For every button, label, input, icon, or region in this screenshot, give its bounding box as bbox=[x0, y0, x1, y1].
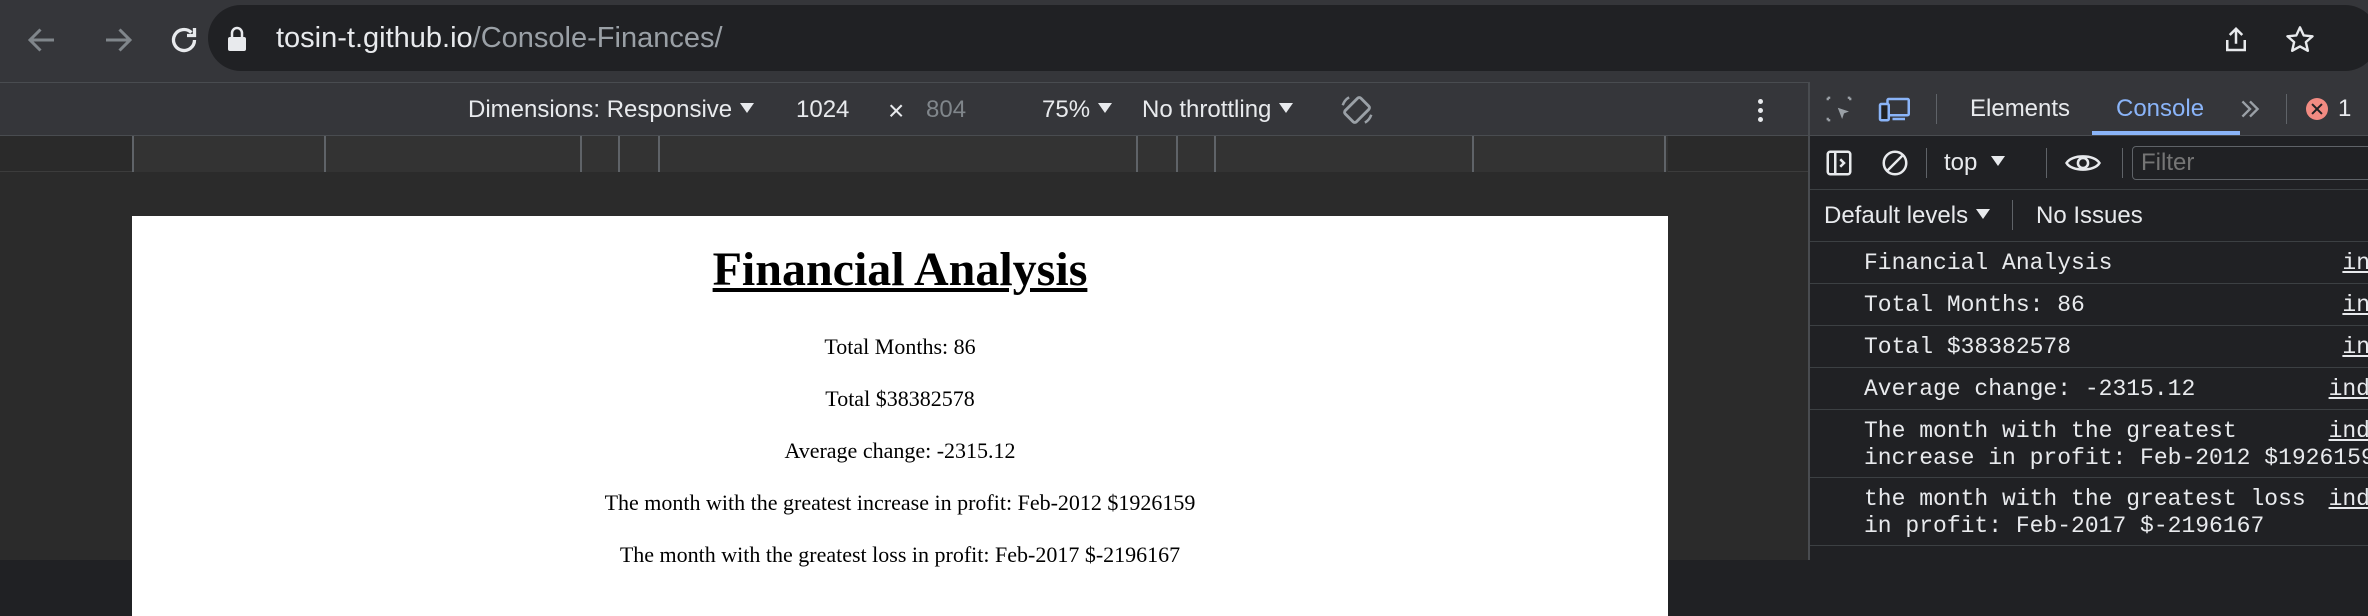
tab-elements[interactable]: Elements bbox=[1970, 95, 2070, 123]
tab-console[interactable]: Console bbox=[2116, 95, 2204, 123]
share-icon[interactable] bbox=[2216, 20, 2256, 60]
url-path: /Console-Finances/ bbox=[472, 22, 723, 54]
url-text[interactable]: tosin-t.github.io/Console-Finances/ bbox=[276, 20, 723, 56]
console-message: Financial Analysis in bbox=[1810, 242, 2368, 284]
error-icon[interactable] bbox=[2306, 98, 2328, 120]
greatest-loss-text: The month with the greatest loss in prof… bbox=[619, 542, 1181, 567]
default-levels-dropdown[interactable]: Default levels bbox=[1824, 202, 1991, 230]
reload-icon[interactable] bbox=[162, 18, 206, 62]
console-source-link[interactable]: ind bbox=[2329, 418, 2368, 445]
throttling-dropdown[interactable]: No throttling bbox=[1142, 96, 1294, 124]
devtools-panel: Elements Console 1 top Default levels No… bbox=[1808, 82, 2368, 560]
context-dropdown[interactable]: top bbox=[1944, 149, 2006, 177]
width-input[interactable]: 1024 bbox=[796, 96, 849, 124]
console-message-text: Total Months: 86 bbox=[1864, 292, 2085, 318]
issues-button[interactable]: No Issues bbox=[2036, 202, 2143, 230]
chevron-down-icon bbox=[1098, 102, 1113, 113]
chevron-down-icon bbox=[1976, 208, 1991, 219]
lock-icon[interactable] bbox=[226, 26, 248, 57]
active-tab-indicator bbox=[2092, 131, 2240, 135]
average-change-text: Average change: -2315.12 bbox=[784, 438, 1016, 463]
browser-toolbar: tosin-t.github.io/Console-Finances/ bbox=[0, 0, 2368, 82]
console-message-text: The month with the greatest increase in … bbox=[1864, 418, 2368, 471]
zoom-dropdown[interactable]: 75% bbox=[1042, 96, 1113, 124]
media-query-ruler bbox=[0, 136, 1808, 172]
console-source-link[interactable]: in bbox=[2342, 292, 2368, 319]
console-message: the month with the greatest loss in prof… bbox=[1810, 478, 2368, 546]
clear-console-icon[interactable] bbox=[1880, 148, 1910, 183]
dimensions-dropdown[interactable]: Dimensions: Responsive bbox=[468, 96, 755, 124]
levels-bar: Default levels No Issues bbox=[1810, 190, 2368, 242]
chevron-down-icon bbox=[1279, 102, 1294, 113]
console-message: The month with the greatest increase in … bbox=[1810, 410, 2368, 478]
console-message: Total $38382578 in bbox=[1810, 326, 2368, 368]
more-vert-icon[interactable] bbox=[1748, 97, 1772, 125]
eye-icon[interactable] bbox=[2064, 150, 2102, 181]
web-page: Financial Analysis Total Months: 86 Tota… bbox=[132, 216, 1668, 616]
devtools-tabbar: Elements Console 1 bbox=[1810, 82, 2368, 136]
console-message-text: the month with the greatest loss in prof… bbox=[1864, 486, 2306, 539]
levels-label: Default levels bbox=[1824, 202, 1969, 229]
device-toggle-icon[interactable] bbox=[1878, 94, 1912, 129]
console-source-link[interactable]: in bbox=[2342, 334, 2368, 361]
total-months-text: Total Months: 86 bbox=[824, 334, 976, 359]
throttling-label: No throttling bbox=[1142, 96, 1272, 123]
device-viewport: Financial Analysis Total Months: 86 Tota… bbox=[0, 172, 1808, 616]
console-source-link[interactable]: ind bbox=[2329, 486, 2368, 513]
console-message-text: Average change: -2315.12 bbox=[1864, 376, 2196, 402]
context-label: top bbox=[1944, 149, 1978, 176]
zoom-label: 75% bbox=[1042, 96, 1091, 123]
dimension-separator: × bbox=[888, 95, 905, 126]
bookmark-star-icon[interactable] bbox=[2280, 20, 2320, 60]
forward-arrow-icon[interactable] bbox=[96, 18, 140, 62]
greatest-increase-text: The month with the greatest increase in … bbox=[604, 490, 1196, 515]
error-count[interactable]: 1 bbox=[2338, 95, 2351, 123]
inspect-icon[interactable] bbox=[1824, 94, 1854, 129]
console-message-text: Financial Analysis bbox=[1864, 250, 2113, 276]
filter-input[interactable] bbox=[2132, 146, 2368, 180]
dimensions-label: Dimensions: Responsive bbox=[468, 96, 733, 123]
console-message: Average change: -2315.12 ind bbox=[1810, 368, 2368, 410]
height-input[interactable]: 804 bbox=[926, 96, 966, 124]
more-tabs-icon[interactable] bbox=[2236, 96, 2264, 127]
console-message-text: Total $38382578 bbox=[1864, 334, 2072, 360]
console-source-link[interactable]: ind bbox=[2329, 376, 2368, 403]
device-toolbar: Dimensions: Responsive 1024 × 804 75% No… bbox=[0, 82, 1808, 136]
chevron-down-icon bbox=[740, 102, 755, 113]
console-source-link[interactable]: in bbox=[2342, 250, 2368, 277]
console-toolbar: top bbox=[1810, 136, 2368, 190]
sidebar-icon[interactable] bbox=[1824, 148, 1854, 183]
console-output: Financial Analysis in Total Months: 86 i… bbox=[1810, 242, 2368, 560]
back-arrow-icon[interactable] bbox=[20, 18, 64, 62]
chevron-down-icon bbox=[1991, 155, 2006, 166]
console-message: Total Months: 86 in bbox=[1810, 284, 2368, 326]
rotate-icon[interactable] bbox=[1338, 91, 1376, 134]
total-text: Total $38382578 bbox=[825, 386, 975, 411]
page-title: Financial Analysis bbox=[712, 243, 1088, 296]
url-host: tosin-t.github.io bbox=[276, 22, 473, 54]
